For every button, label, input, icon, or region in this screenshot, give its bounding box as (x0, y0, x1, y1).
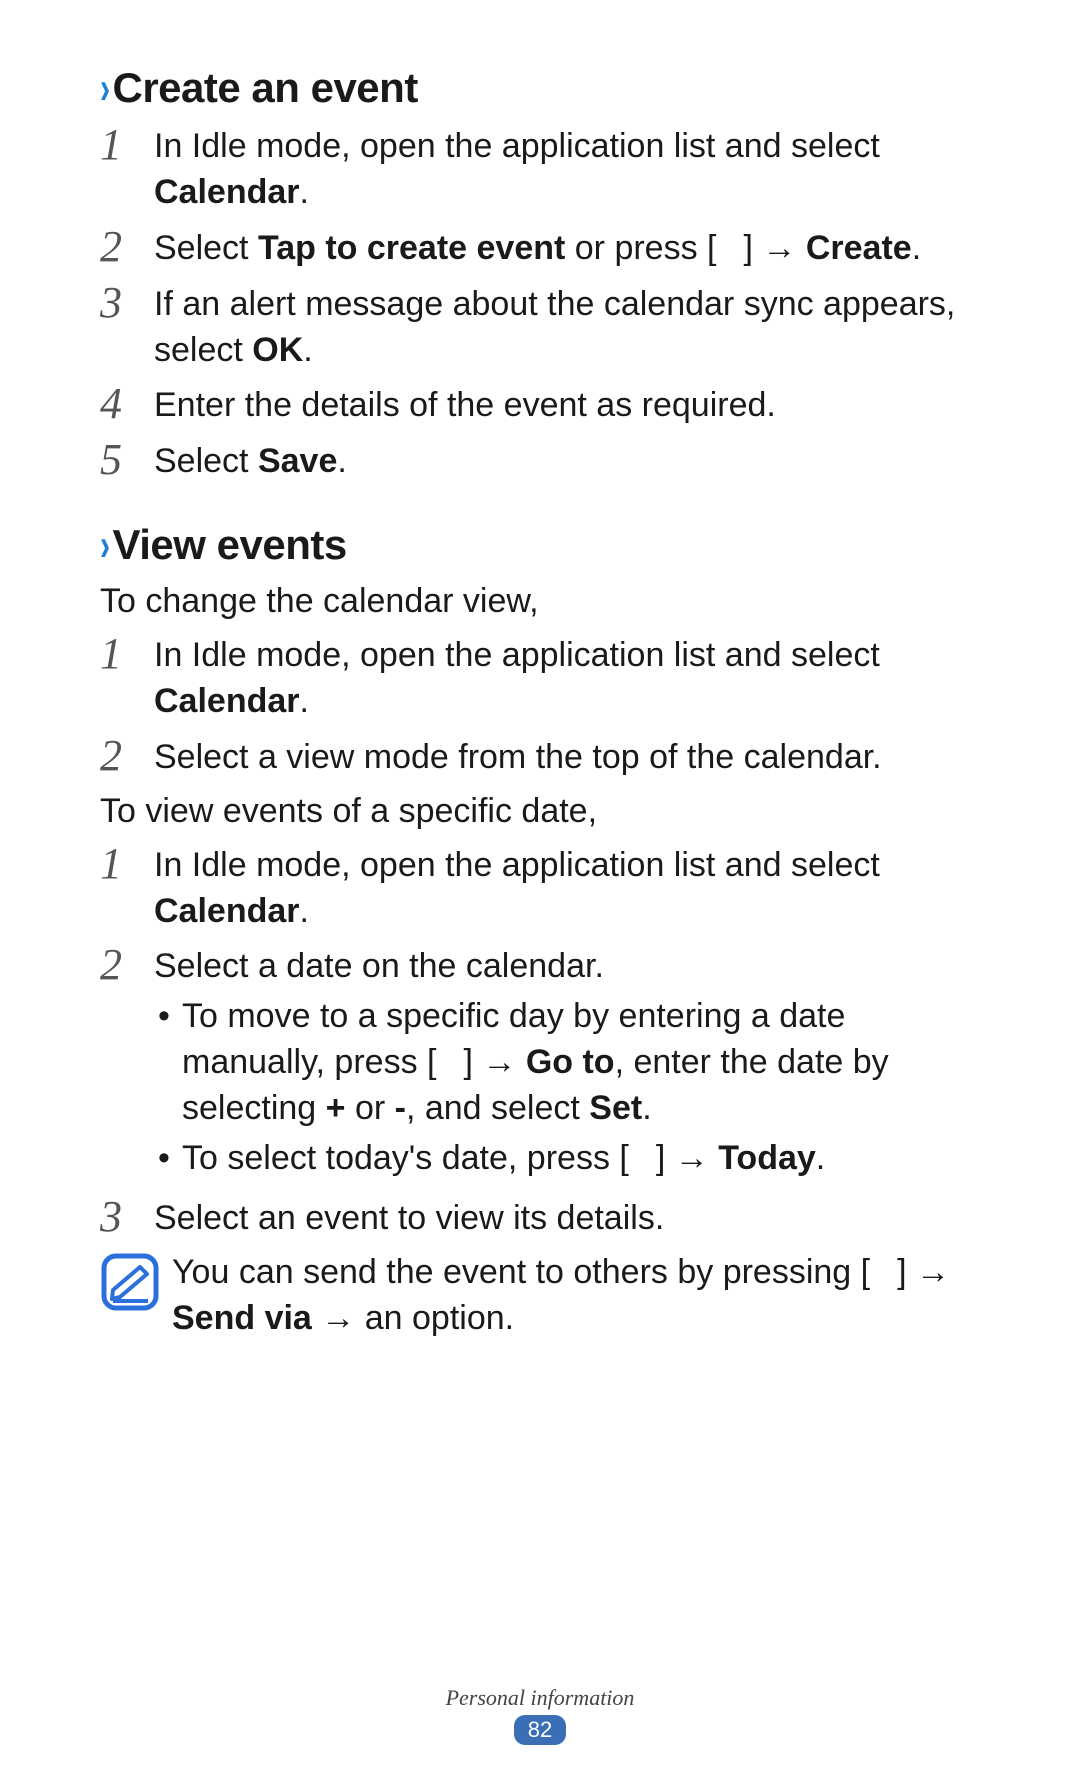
step-1: 1 In Idle mode, open the application lis… (100, 841, 980, 935)
view-intro-2: To view events of a specific date, (100, 789, 980, 835)
page-footer: Personal information 82 (0, 1685, 1080, 1745)
step-number: 3 (100, 1194, 154, 1242)
step-4: 4 Enter the details of the event as requ… (100, 381, 980, 429)
step-5: 5 Select Save. (100, 437, 980, 485)
bullet-2: To select today's date, press [] → Today… (154, 1136, 980, 1182)
step-text: Select Save. (154, 437, 980, 485)
step-text: Select an event to view its details. (154, 1194, 980, 1242)
page-number: 82 (514, 1715, 566, 1745)
footer-section-label: Personal information (0, 1685, 1080, 1711)
menu-icon (717, 243, 744, 260)
step-text: Select a view mode from the top of the c… (154, 733, 980, 781)
note-box: You can send the event to others by pres… (100, 1250, 980, 1342)
menu-icon (629, 1153, 656, 1170)
view-intro-1: To change the calendar view, (100, 579, 980, 625)
step-2: 2 Select Tap to create event or press []… (100, 224, 980, 272)
view-steps-2: 1 In Idle mode, open the application lis… (100, 841, 980, 1242)
section-heading-view: ›View events (100, 521, 980, 569)
bullet-1: To move to a specific day by entering a … (154, 994, 980, 1132)
step-text: In Idle mode, open the application list … (154, 122, 980, 216)
view-steps-1: 1 In Idle mode, open the application lis… (100, 631, 980, 781)
step-1: 1 In Idle mode, open the application lis… (100, 122, 980, 216)
step-3: 3 If an alert message about the calendar… (100, 280, 980, 374)
step-number: 2 (100, 224, 154, 272)
step-number: 1 (100, 122, 154, 216)
step-number: 4 (100, 381, 154, 429)
chevron-icon: › (100, 521, 110, 572)
step-1: 1 In Idle mode, open the application lis… (100, 631, 980, 725)
step-2: 2 Select a date on the calendar. To move… (100, 942, 980, 1185)
create-steps: 1 In Idle mode, open the application lis… (100, 122, 980, 485)
step-text: Select Tap to create event or press [] →… (154, 224, 980, 272)
menu-icon (870, 1267, 897, 1284)
step-number: 1 (100, 631, 154, 725)
menu-icon (436, 1057, 463, 1074)
step-number: 5 (100, 437, 154, 485)
step-text: In Idle mode, open the application list … (154, 841, 980, 935)
step-3: 3 Select an event to view its details. (100, 1194, 980, 1242)
step-2: 2 Select a view mode from the top of the… (100, 733, 980, 781)
step-text: Enter the details of the event as requir… (154, 381, 980, 429)
heading-text: View events (113, 521, 347, 568)
step-text: If an alert message about the calendar s… (154, 280, 980, 374)
section-heading-create: ›Create an event (100, 64, 980, 112)
step-number: 1 (100, 841, 154, 935)
step-number: 2 (100, 733, 154, 781)
step-text: In Idle mode, open the application list … (154, 631, 980, 725)
sub-bullets: To move to a specific day by entering a … (154, 994, 980, 1182)
step-number: 3 (100, 280, 154, 374)
note-icon (100, 1252, 160, 1312)
step-text: Select a date on the calendar. To move t… (154, 942, 980, 1185)
heading-text: Create an event (113, 64, 418, 111)
manual-page: ›Create an event 1 In Idle mode, open th… (100, 64, 980, 1771)
chevron-icon: › (100, 64, 110, 115)
note-text: You can send the event to others by pres… (172, 1250, 980, 1342)
step-number: 2 (100, 942, 154, 1185)
